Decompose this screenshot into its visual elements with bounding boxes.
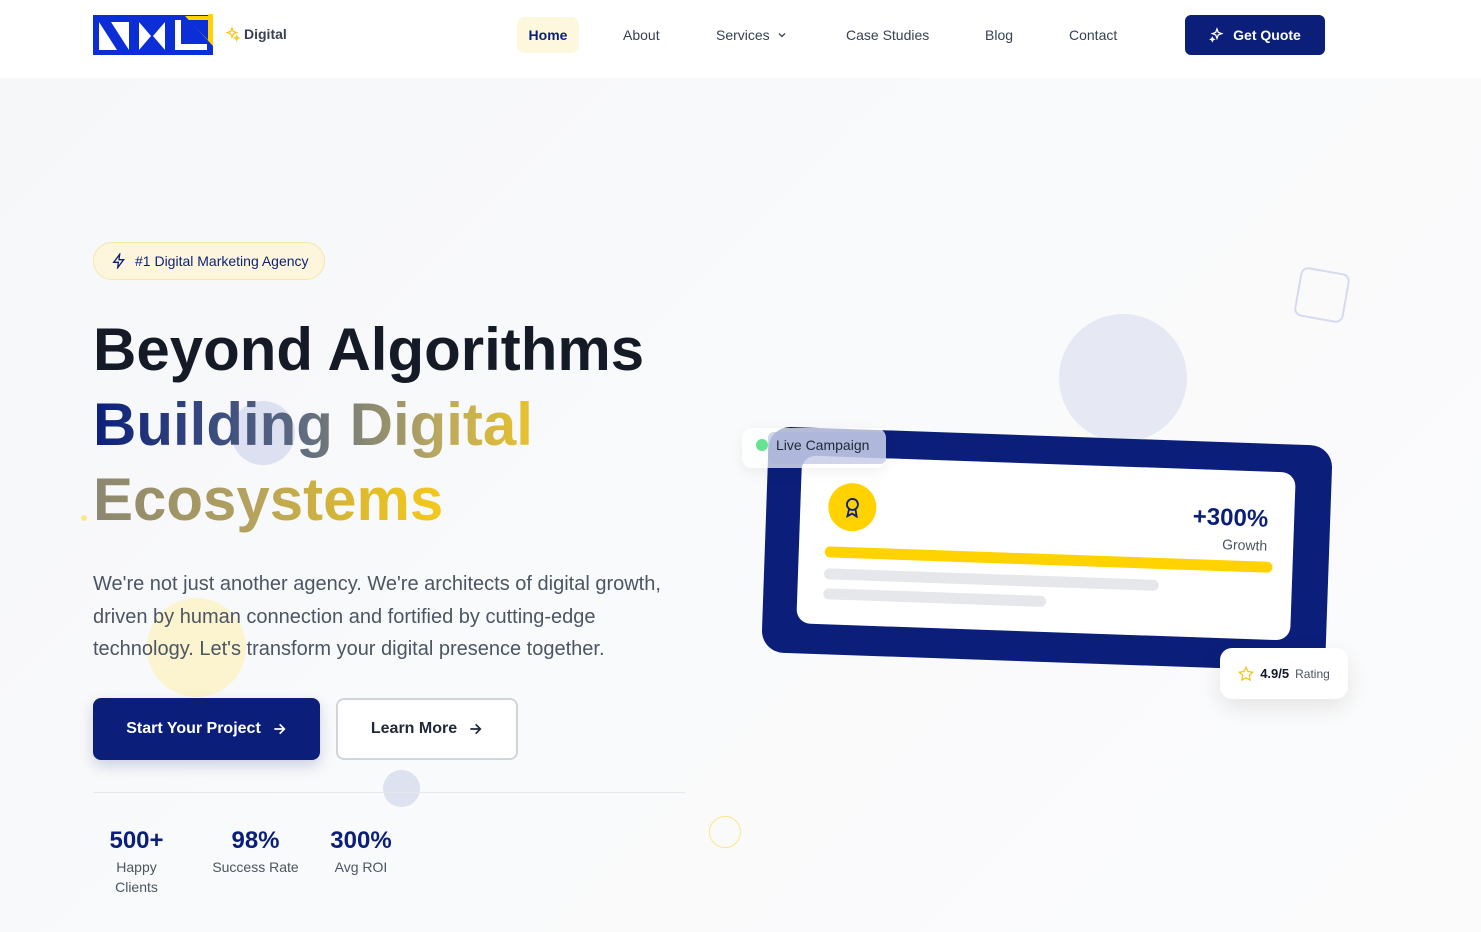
progress-bar-yellow — [824, 546, 1273, 573]
stat-happy-clients: 500+ Happy Clients — [93, 826, 180, 897]
deco-circle-large — [1059, 314, 1187, 442]
rating-label: Rating — [1295, 666, 1330, 681]
chevron-down-icon — [778, 33, 786, 38]
nav-home[interactable]: Home — [517, 17, 579, 53]
deco-circle-small — [383, 770, 420, 807]
award-badge — [827, 482, 878, 533]
badge-text: #1 Digital Marketing Agency — [135, 253, 309, 269]
sparkles-icon — [225, 26, 240, 42]
star-icon — [1238, 665, 1255, 681]
nav-contact[interactable]: Contact — [1069, 17, 1117, 53]
nxl-logo[interactable] — [93, 14, 213, 55]
lightning-icon — [112, 253, 125, 269]
stat-avg-roi: 300% Avg ROI — [329, 826, 393, 877]
deco-square-outline — [1293, 266, 1351, 324]
nav-services[interactable]: Services — [716, 17, 788, 53]
headline-line-2: Building Digital — [93, 388, 533, 462]
live-status-dot — [756, 439, 768, 451]
brand-sub-text: Digital — [244, 26, 287, 42]
learn-more-label: Learn More — [370, 720, 458, 737]
start-project-label: Start Your Project — [126, 720, 261, 737]
hero-description: We're not just another agency. We're arc… — [93, 573, 661, 660]
card-panel: +300% Growth — [796, 455, 1296, 641]
headline-line-1: Beyond Algorithms — [93, 316, 645, 383]
arrow-right-icon — [470, 723, 482, 735]
stat-value: 300% — [330, 827, 392, 854]
stats-divider — [93, 792, 685, 793]
placeholder-bar-short — [823, 588, 1047, 607]
arrow-right-icon — [274, 723, 286, 735]
deco-ring-yellow — [709, 816, 741, 848]
stat-label: Avg ROI — [334, 859, 388, 875]
nav-services-label: Services — [716, 27, 770, 43]
rating-value: 4.9/5 — [1260, 666, 1290, 681]
stat-value: 98% — [231, 827, 280, 854]
rating-chip: 4.9/5 Rating — [1220, 648, 1348, 699]
award-icon — [846, 498, 859, 519]
stat-success-rate: 98% Success Rate — [212, 826, 299, 877]
nav-case-studies[interactable]: Case Studies — [846, 17, 929, 53]
learn-more-button[interactable]: Learn More — [336, 698, 518, 760]
growth-value: +300% — [1192, 503, 1269, 533]
brand-sub-label: Digital — [224, 26, 287, 42]
site-header: Digital Home About Services Case Studies… — [0, 0, 1481, 78]
stat-label: Success Rate — [212, 859, 299, 875]
stat-label: Happy Clients — [115, 859, 158, 895]
growth-label: Growth — [1221, 536, 1268, 554]
sparkles-icon — [1209, 27, 1224, 43]
live-campaign-label: Live Campaign — [756, 437, 869, 453]
nav-about[interactable]: About — [623, 17, 660, 53]
stat-value: 500+ — [109, 827, 164, 854]
start-project-button[interactable]: Start Your Project — [93, 698, 320, 760]
nav-blog[interactable]: Blog — [985, 17, 1013, 53]
deco-dot-yellow — [81, 515, 87, 521]
headline-line-3: Ecosystems — [93, 463, 443, 537]
get-quote-button[interactable]: Get Quote — [1185, 15, 1325, 55]
placeholder-bar — [823, 568, 1159, 591]
get-quote-label: Get Quote — [1233, 27, 1301, 43]
live-campaign-text: Live Campaign — [776, 437, 870, 453]
hero-badge: #1 Digital Marketing Agency — [93, 242, 325, 280]
